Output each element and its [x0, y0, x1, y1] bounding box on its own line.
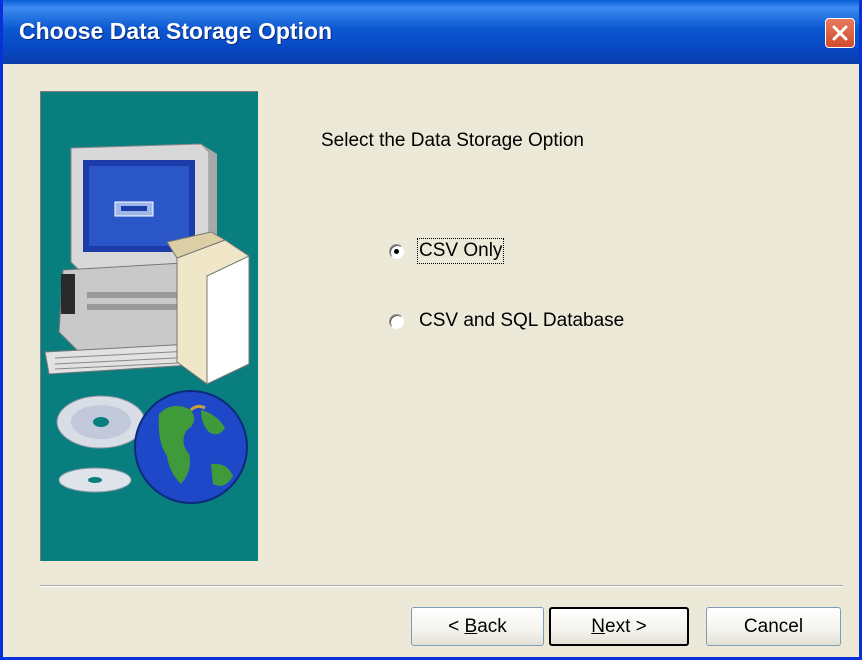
dialog-window: Choose Data Storage Option Select the Da… — [0, 0, 862, 660]
close-icon — [832, 25, 848, 41]
cd-disc-icon — [56, 395, 146, 493]
back-button-rest: ack — [477, 616, 507, 637]
button-divider — [40, 585, 843, 587]
radio-selected-dot — [394, 249, 399, 254]
back-button-hotkey: B — [464, 616, 478, 637]
csv-only-radio[interactable] — [389, 244, 404, 259]
next-button-hotkey: N — [591, 616, 605, 637]
title-bar[interactable]: Choose Data Storage Option — [3, 0, 859, 64]
globe-icon — [134, 390, 248, 504]
next-button[interactable]: Next > — [549, 607, 689, 646]
csv-sql-label[interactable]: CSV and SQL Database — [419, 310, 624, 332]
csv-only-label[interactable]: CSV Only — [416, 238, 505, 264]
close-button[interactable] — [825, 18, 855, 48]
csv-sql-radio[interactable] — [389, 314, 404, 329]
dialog-body: Select the Data Storage Option CSV Only … — [3, 64, 859, 657]
back-button[interactable]: < Back — [411, 607, 544, 646]
option-prompt: Select the Data Storage Option — [321, 130, 584, 151]
wizard-illustration — [40, 91, 258, 561]
cancel-button[interactable]: Cancel — [706, 607, 841, 646]
next-button-rest: ext > — [605, 616, 647, 637]
back-button-prefix: < — [448, 616, 465, 637]
computer-illustration — [44, 143, 250, 385]
window-title: Choose Data Storage Option — [19, 18, 333, 44]
